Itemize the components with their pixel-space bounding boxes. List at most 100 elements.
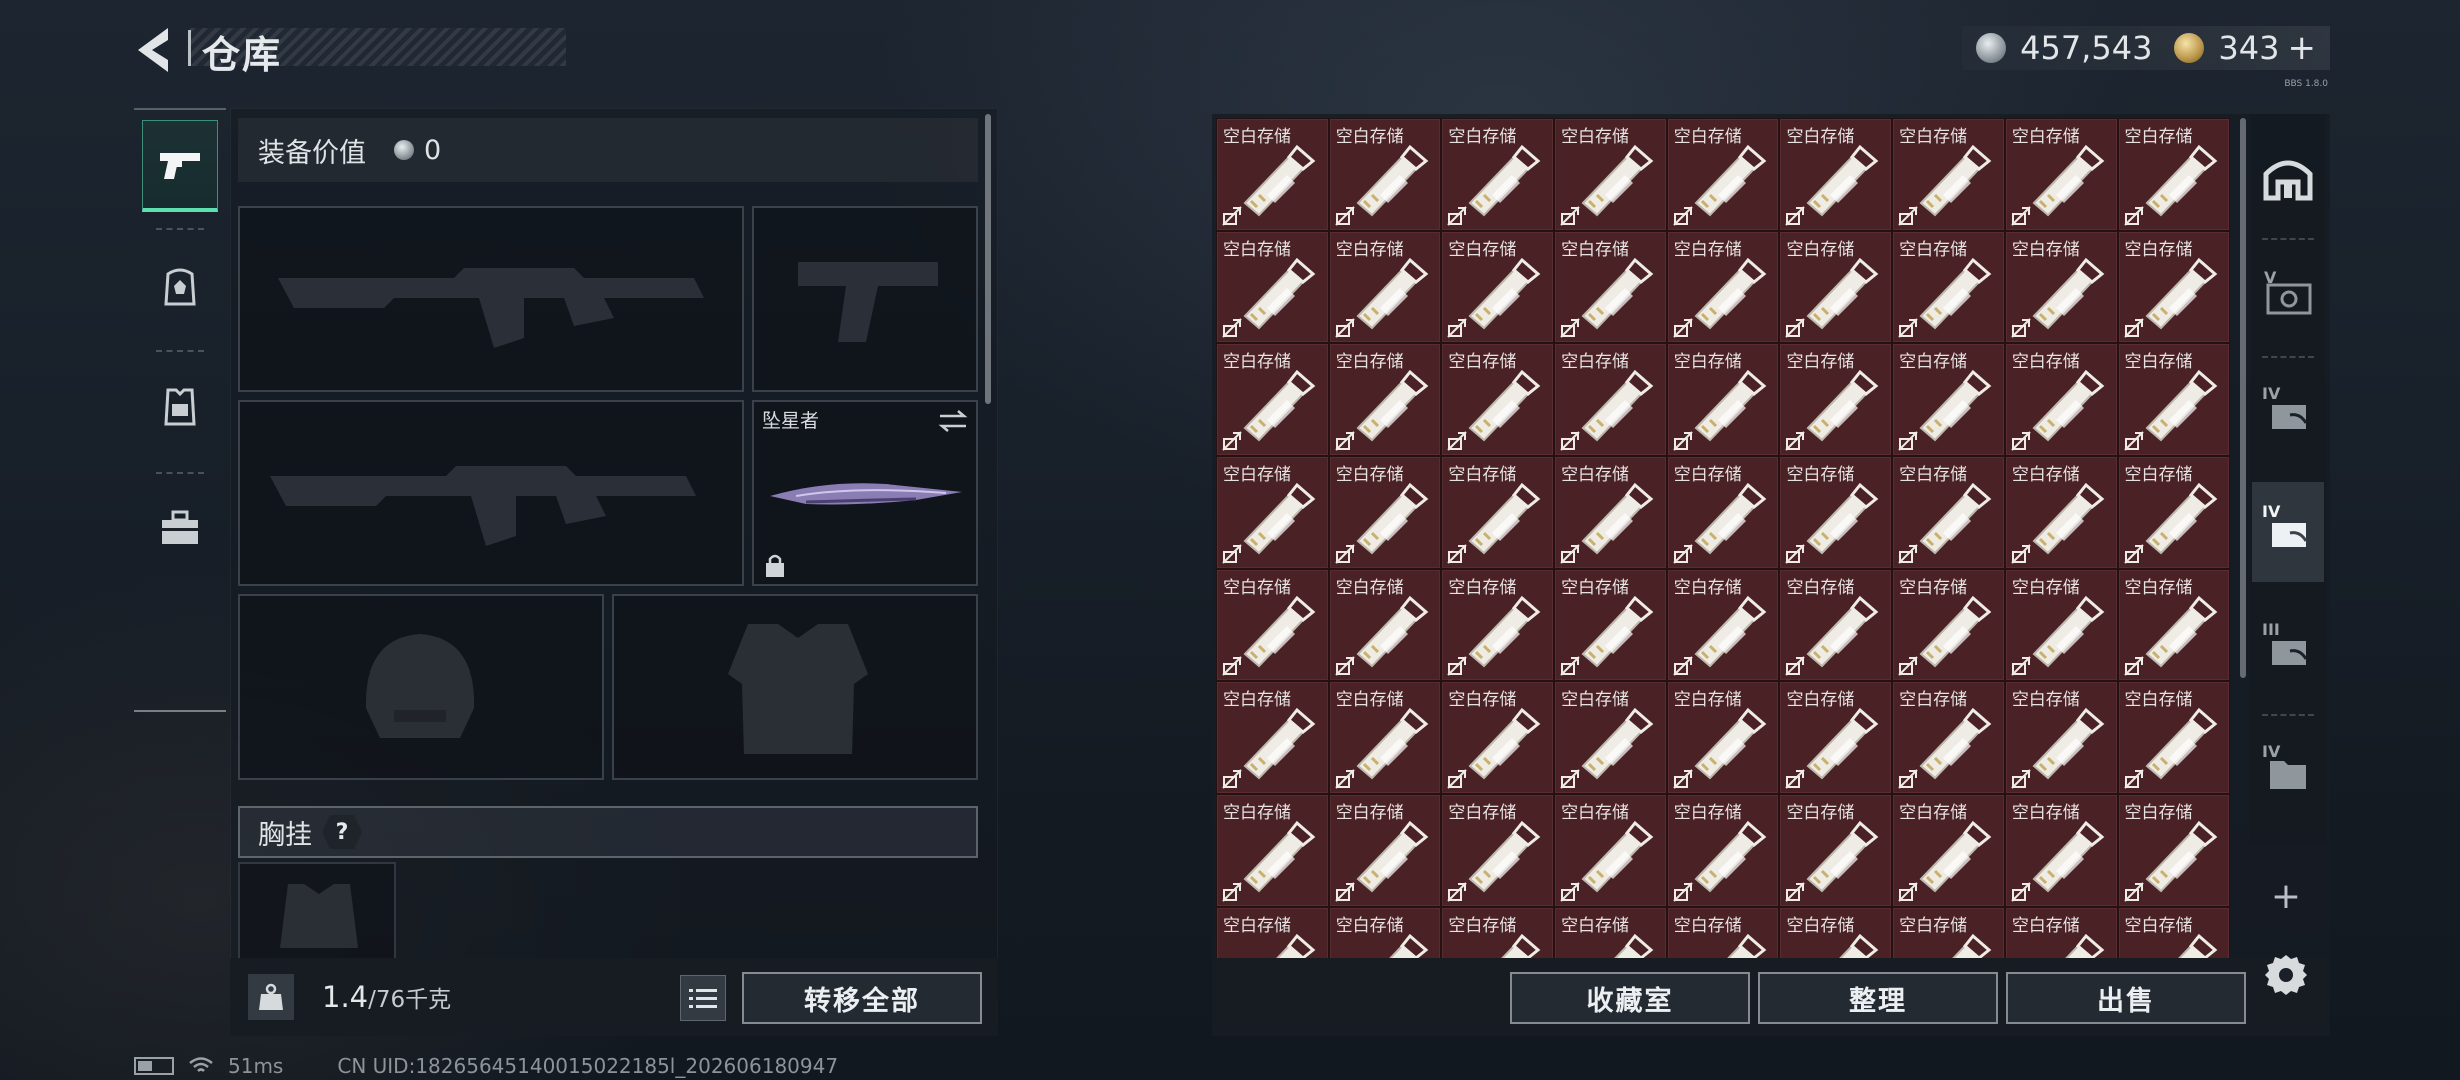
storage-cell[interactable]: 空白存储: [1779, 906, 1893, 958]
primary-weapon-slot-2[interactable]: [238, 400, 744, 586]
storage-cell[interactable]: 空白存储: [1892, 118, 2005, 231]
storage-cell[interactable]: 空白存储: [1554, 568, 1667, 682]
nav-vest[interactable]: [142, 360, 218, 452]
storage-cell[interactable]: 空白存储: [2117, 906, 2230, 958]
storage-cell[interactable]: 空白存储: [1892, 568, 2005, 682]
tab-storage-iv-a[interactable]: IV: [2252, 364, 2324, 464]
storage-cell[interactable]: 空白存储: [1892, 456, 2005, 569]
storage-cell[interactable]: 空白存储: [2004, 230, 2118, 344]
transfer-all-button[interactable]: 转移全部: [742, 972, 982, 1024]
storage-cell[interactable]: 空白存储: [1328, 681, 1442, 795]
chest-rig-help-button[interactable]: ?: [322, 815, 362, 849]
storage-cell[interactable]: 空白存储: [1892, 794, 2005, 907]
nav-toolbox[interactable]: [142, 482, 218, 574]
storage-cell[interactable]: 空白存储: [1216, 681, 1329, 795]
storage-cell[interactable]: 空白存储: [1441, 343, 1555, 457]
storage-cell[interactable]: 空白存储: [1441, 906, 1555, 958]
secondary-weapon-slot[interactable]: [752, 206, 978, 392]
storage-cell[interactable]: 空白存储: [1328, 456, 1442, 569]
storage-cell[interactable]: 空白存储: [1892, 906, 2005, 958]
storage-cell[interactable]: 空白存储: [1666, 118, 1780, 231]
storage-cell[interactable]: 空白存储: [1441, 568, 1555, 682]
storage-cell[interactable]: 空白存储: [2117, 681, 2230, 795]
storage-cell[interactable]: 空白存储: [1216, 906, 1329, 958]
storage-cell[interactable]: 空白存储: [1892, 343, 2005, 457]
primary-weapon-slot[interactable]: [238, 206, 744, 392]
storage-cell[interactable]: 空白存储: [1216, 568, 1329, 682]
chest-rig-slot[interactable]: [238, 862, 396, 958]
armor-slot[interactable]: [612, 594, 978, 780]
collection-room-button[interactable]: 收藏室: [1510, 972, 1750, 1024]
storage-cell[interactable]: 空白存储: [1216, 343, 1329, 457]
storage-cell[interactable]: 空白存储: [1554, 456, 1667, 569]
storage-cell[interactable]: 空白存储: [1554, 343, 1667, 457]
tab-vault[interactable]: [2252, 128, 2324, 228]
swap-icon[interactable]: [938, 408, 968, 434]
storage-cell[interactable]: 空白存储: [1554, 794, 1667, 907]
storage-cell[interactable]: 空白存储: [1216, 456, 1329, 569]
storage-cell[interactable]: 空白存储: [1441, 456, 1555, 569]
storage-cell[interactable]: 空白存储: [1666, 906, 1780, 958]
nav-weapons[interactable]: [142, 120, 218, 212]
storage-cell[interactable]: 空白存储: [1328, 568, 1442, 682]
storage-cell[interactable]: 空白存储: [1216, 118, 1329, 231]
storage-cell[interactable]: 空白存储: [1666, 343, 1780, 457]
storage-cell[interactable]: 空白存储: [1328, 794, 1442, 907]
storage-cell[interactable]: 空白存储: [2004, 906, 2118, 958]
add-currency-button[interactable]: +: [2288, 28, 2317, 68]
storage-cell[interactable]: 空白存储: [1328, 118, 1442, 231]
storage-cell[interactable]: 空白存储: [1328, 906, 1442, 958]
storage-cell[interactable]: 空白存储: [2004, 681, 2118, 795]
storage-cell[interactable]: 空白存储: [2004, 568, 2118, 682]
storage-cell[interactable]: 空白存储: [2117, 230, 2230, 344]
storage-cell[interactable]: 空白存储: [2004, 343, 2118, 457]
storage-cell[interactable]: 空白存储: [1666, 456, 1780, 569]
storage-cell[interactable]: 空白存储: [1779, 230, 1893, 344]
storage-cell[interactable]: 空白存储: [2004, 456, 2118, 569]
tab-storage-v[interactable]: V: [2252, 246, 2324, 346]
storage-cell[interactable]: 空白存储: [1216, 794, 1329, 907]
storage-cell[interactable]: 空白存储: [1779, 456, 1893, 569]
storage-cell[interactable]: 空白存储: [1666, 568, 1780, 682]
storage-cell[interactable]: 空白存储: [2004, 794, 2118, 907]
storage-cell[interactable]: 空白存储: [1892, 681, 2005, 795]
storage-cell[interactable]: 空白存储: [1666, 794, 1780, 907]
helmet-slot[interactable]: [238, 594, 604, 780]
storage-cell[interactable]: 空白存储: [1328, 230, 1442, 344]
melee-weapon-slot[interactable]: 坠星者: [752, 400, 978, 586]
storage-cell[interactable]: 空白存储: [1666, 681, 1780, 795]
tab-storage-iii[interactable]: III: [2252, 600, 2324, 700]
storage-cell[interactable]: 空白存储: [1779, 568, 1893, 682]
sell-button[interactable]: 出售: [2006, 972, 2246, 1024]
storage-cell[interactable]: 空白存储: [1441, 230, 1555, 344]
storage-cell[interactable]: 空白存储: [1554, 906, 1667, 958]
settings-button[interactable]: [2262, 951, 2310, 999]
storage-cell[interactable]: 空白存储: [2117, 568, 2230, 682]
list-view-button[interactable]: [680, 975, 726, 1021]
storage-cell[interactable]: 空白存储: [1554, 118, 1667, 231]
tab-storage-iv-c[interactable]: IV: [2252, 722, 2324, 822]
storage-cell[interactable]: 空白存储: [1328, 343, 1442, 457]
storage-cell[interactable]: 空白存储: [2117, 456, 2230, 569]
back-button[interactable]: [130, 20, 190, 80]
storage-cell[interactable]: 空白存储: [1779, 118, 1893, 231]
storage-cell[interactable]: 空白存储: [1779, 681, 1893, 795]
storage-cell[interactable]: 空白存储: [1216, 230, 1329, 344]
storage-cell[interactable]: 空白存储: [2117, 118, 2230, 231]
nav-backpack[interactable]: [142, 240, 218, 332]
organize-button[interactable]: 整理: [1758, 972, 1998, 1024]
add-tab-button[interactable]: +: [2262, 872, 2310, 920]
storage-cell[interactable]: 空白存储: [1779, 794, 1893, 907]
storage-cell[interactable]: 空白存储: [2004, 118, 2118, 231]
storage-cell[interactable]: 空白存储: [1779, 343, 1893, 457]
storage-cell[interactable]: 空白存储: [1441, 118, 1555, 231]
storage-cell[interactable]: 空白存储: [1441, 681, 1555, 795]
storage-cell[interactable]: 空白存储: [1666, 230, 1780, 344]
storage-cell[interactable]: 空白存储: [2117, 343, 2230, 457]
equipment-scrollbar[interactable]: [985, 114, 991, 404]
storage-cell[interactable]: 空白存储: [1554, 681, 1667, 795]
storage-scrollbar[interactable]: [2240, 118, 2246, 678]
storage-cell[interactable]: 空白存储: [1554, 230, 1667, 344]
storage-cell[interactable]: 空白存储: [1441, 794, 1555, 907]
tab-storage-iv-b[interactable]: IV: [2252, 482, 2324, 582]
